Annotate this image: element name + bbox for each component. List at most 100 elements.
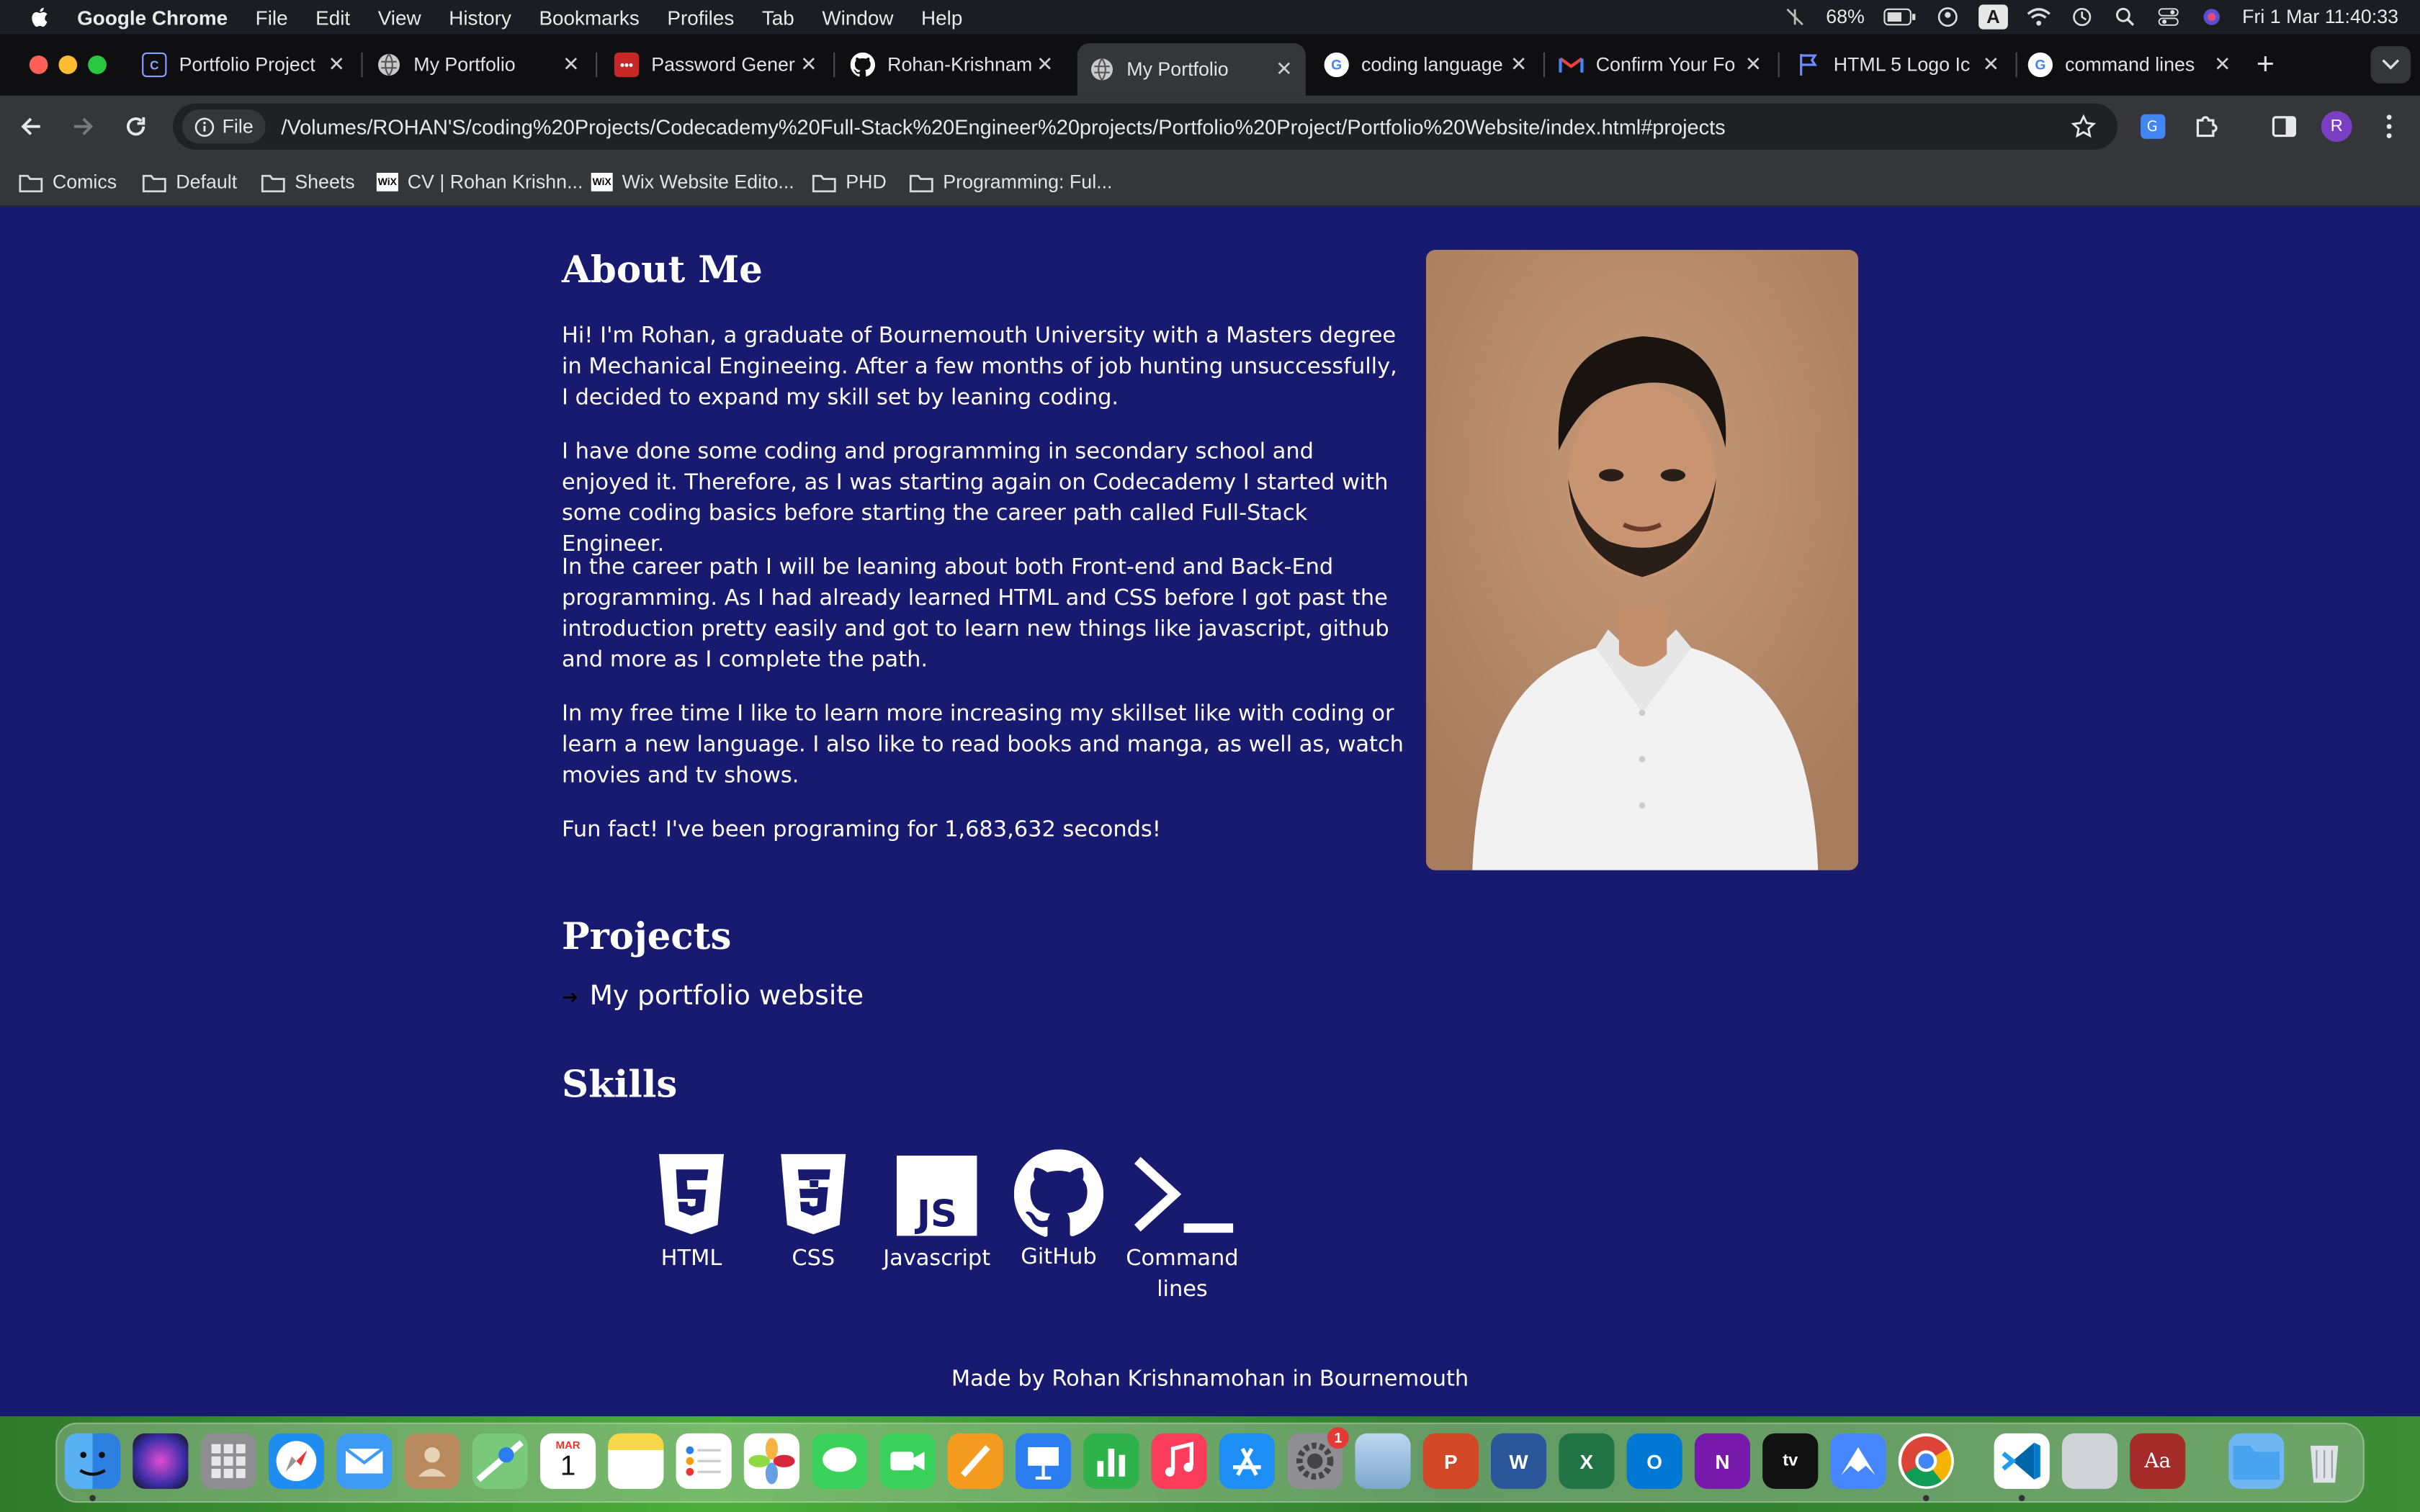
dock-messages[interactable] bbox=[812, 1433, 868, 1489]
tab-password-generator[interactable]: ••• Password Gener ✕ bbox=[602, 43, 830, 86]
dock-system-settings[interactable]: 1 bbox=[1287, 1427, 1349, 1489]
dock-downloads[interactable] bbox=[2228, 1433, 2285, 1489]
close-icon[interactable]: ✕ bbox=[2210, 53, 2235, 77]
dock-calendar[interactable]: MAR 1 bbox=[540, 1433, 596, 1489]
dock-dictionary[interactable]: Aa bbox=[2130, 1433, 2186, 1489]
tab-github-repo[interactable]: Rohan-Krishnam ✕ bbox=[838, 43, 1067, 86]
dock-utility-app[interactable] bbox=[2061, 1433, 2118, 1489]
menu-edit[interactable]: Edit bbox=[315, 6, 350, 29]
bookmark-cv-rohan[interactable]: WiX CV | Rohan Krishn... bbox=[376, 166, 583, 197]
dock-outlook[interactable]: O bbox=[1626, 1433, 1682, 1489]
dock-excel[interactable]: X bbox=[1559, 1433, 1615, 1489]
apple-menu-icon[interactable] bbox=[28, 4, 53, 29]
bookmark-star-icon[interactable] bbox=[2071, 114, 2096, 139]
dock-contacts[interactable] bbox=[404, 1433, 460, 1489]
forward-button[interactable] bbox=[65, 108, 102, 145]
dock-vscode[interactable] bbox=[1994, 1433, 2050, 1489]
close-icon[interactable]: ✕ bbox=[1506, 53, 1531, 77]
tab-my-portfolio-active[interactable]: My Portfolio ✕ bbox=[1077, 43, 1306, 96]
time-machine-icon[interactable] bbox=[2069, 6, 2094, 28]
close-icon[interactable]: ✕ bbox=[797, 53, 821, 77]
input-source-indicator[interactable]: A bbox=[1978, 4, 2008, 30]
control-center-icon[interactable] bbox=[2156, 6, 2180, 28]
close-icon[interactable]: ✕ bbox=[1272, 57, 1296, 81]
close-window-button[interactable] bbox=[29, 55, 48, 74]
profile-avatar[interactable]: R bbox=[2321, 111, 2352, 143]
dock-reminders[interactable] bbox=[676, 1433, 732, 1489]
dock-pages[interactable] bbox=[947, 1433, 1003, 1489]
dock-preview[interactable] bbox=[1355, 1433, 1411, 1489]
menu-app-name[interactable]: Google Chrome bbox=[77, 6, 228, 29]
google-translate-icon[interactable]: G bbox=[2139, 112, 2167, 140]
back-button[interactable] bbox=[12, 108, 49, 145]
dock-apple-tv[interactable]: tv bbox=[1762, 1433, 1819, 1489]
minimize-window-button[interactable] bbox=[58, 55, 78, 74]
new-tab-button[interactable]: + bbox=[2257, 43, 2287, 86]
close-icon[interactable]: ✕ bbox=[1033, 53, 1057, 77]
reload-button[interactable] bbox=[117, 108, 154, 145]
menu-view[interactable]: View bbox=[378, 6, 421, 29]
project-link-portfolio[interactable]: My portfolio website bbox=[562, 981, 864, 1012]
menu-window[interactable]: Window bbox=[822, 6, 893, 29]
dock-notes[interactable] bbox=[608, 1433, 664, 1489]
dock-nordvpn[interactable] bbox=[1830, 1433, 1886, 1489]
zoom-window-button[interactable] bbox=[88, 55, 107, 74]
bookmark-programming[interactable]: Programming: Ful... bbox=[909, 166, 1112, 197]
tab-my-portfolio[interactable]: My Portfolio ✕ bbox=[364, 43, 593, 86]
user-circle-icon[interactable] bbox=[1935, 6, 1960, 28]
menu-tab[interactable]: Tab bbox=[762, 6, 794, 29]
menu-history[interactable]: History bbox=[449, 6, 511, 29]
tab-portfolio-project[interactable]: C Portfolio Project ✕ bbox=[130, 43, 358, 86]
bookmark-wix-editor[interactable]: WiX Wix Website Edito... bbox=[591, 166, 794, 197]
menubar-clock[interactable]: Fri 1 Mar 11:40:33 bbox=[2242, 6, 2398, 28]
site-info-chip[interactable]: File bbox=[182, 109, 266, 144]
bookmark-comics[interactable]: Comics bbox=[19, 166, 117, 197]
tab-command-lines[interactable]: G command lines ✕ bbox=[2016, 43, 2244, 86]
dock-siri[interactable] bbox=[133, 1433, 189, 1489]
mute-icon[interactable] bbox=[1783, 6, 1807, 28]
dock-launchpad[interactable] bbox=[200, 1433, 256, 1489]
bookmark-default[interactable]: Default bbox=[142, 166, 237, 197]
dock-keynote[interactable] bbox=[1016, 1433, 1072, 1489]
menu-profiles[interactable]: Profiles bbox=[667, 6, 734, 29]
tab-gmail-confirm[interactable]: Confirm Your Fo ✕ bbox=[1546, 43, 1775, 86]
menu-help[interactable]: Help bbox=[921, 6, 962, 29]
finder-icon bbox=[79, 1452, 106, 1476]
kebab-menu-icon[interactable] bbox=[2385, 112, 2394, 140]
dock-mail[interactable] bbox=[336, 1433, 393, 1489]
tab-html5-logo[interactable]: HTML 5 Logo Ic ✕ bbox=[1784, 43, 2012, 86]
wifi-icon[interactable] bbox=[2026, 6, 2051, 28]
menu-file[interactable]: File bbox=[256, 6, 288, 29]
close-icon[interactable]: ✕ bbox=[559, 53, 583, 77]
dock-music[interactable] bbox=[1151, 1433, 1207, 1489]
dock-maps[interactable] bbox=[472, 1433, 528, 1489]
dock-numbers[interactable] bbox=[1083, 1433, 1139, 1489]
url-text[interactable]: /Volumes/ROHAN'S/coding%20Projects/Codec… bbox=[281, 115, 1725, 138]
extensions-puzzle-icon[interactable] bbox=[2193, 112, 2221, 140]
spotlight-search-icon[interactable] bbox=[2112, 6, 2137, 28]
bookmark-phd[interactable]: PHD bbox=[812, 166, 887, 197]
dock-word[interactable]: W bbox=[1491, 1433, 1547, 1489]
dock-facetime[interactable] bbox=[879, 1433, 936, 1489]
dock-photos[interactable] bbox=[743, 1433, 799, 1489]
dock-safari[interactable] bbox=[268, 1433, 324, 1489]
bookmark-sheets[interactable]: Sheets bbox=[261, 166, 355, 197]
dock-finder[interactable] bbox=[65, 1433, 121, 1489]
dock-chrome[interactable] bbox=[1898, 1433, 1954, 1489]
dock-onenote[interactable]: N bbox=[1694, 1433, 1750, 1489]
photos-flower-icon bbox=[748, 1438, 795, 1485]
tab-coding-language[interactable]: G coding language ✕ bbox=[1312, 43, 1540, 86]
close-icon[interactable]: ✕ bbox=[324, 53, 349, 77]
bookmark-label: Comics bbox=[52, 171, 117, 193]
side-panel-icon[interactable] bbox=[2270, 112, 2298, 140]
siri-icon[interactable] bbox=[2199, 6, 2223, 28]
close-icon[interactable]: ✕ bbox=[1978, 53, 2003, 77]
menu-bookmarks[interactable]: Bookmarks bbox=[539, 6, 639, 29]
dock-powerpoint[interactable]: P bbox=[1422, 1433, 1479, 1489]
dock-trash[interactable] bbox=[2297, 1434, 2352, 1489]
tab-search-button[interactable] bbox=[2370, 46, 2411, 84]
dock-app-store[interactable] bbox=[1219, 1433, 1275, 1489]
battery-charging-icon[interactable] bbox=[1883, 6, 1917, 28]
close-icon[interactable]: ✕ bbox=[1741, 53, 1765, 77]
address-bar[interactable]: File /Volumes/ROHAN'S/coding%20Projects/… bbox=[173, 103, 2118, 150]
